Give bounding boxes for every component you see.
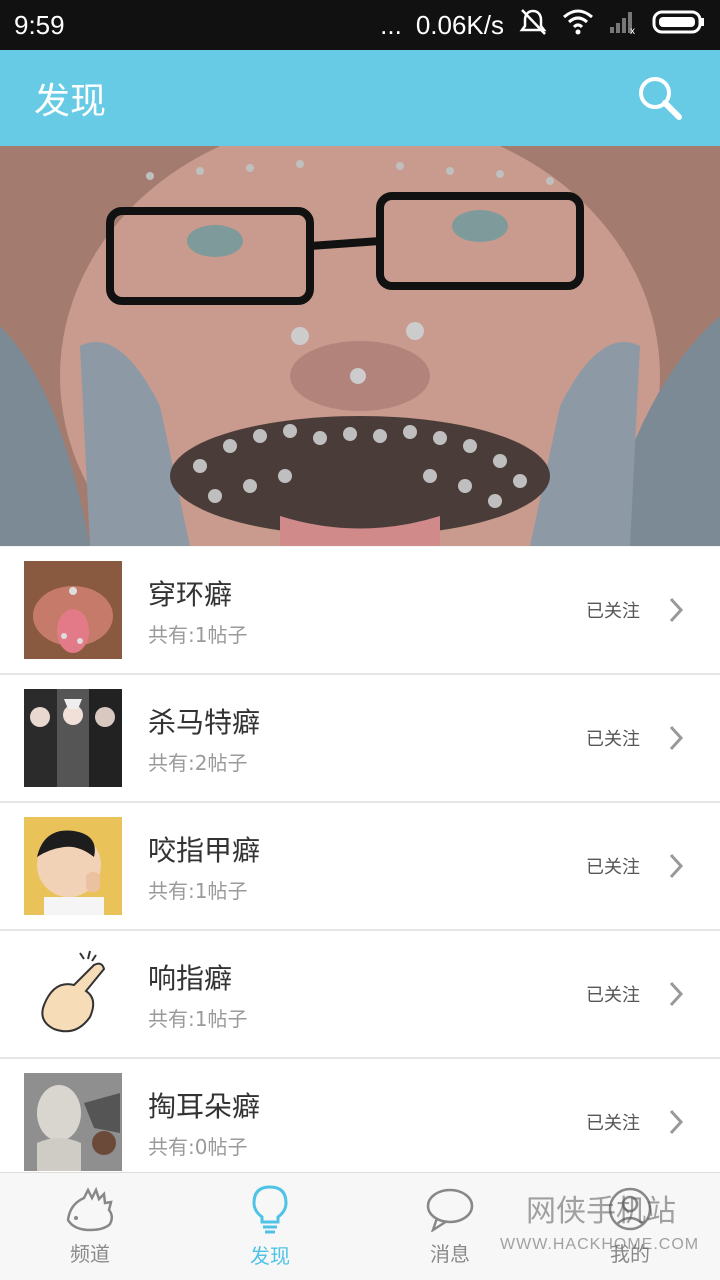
chevron-right-icon: [669, 597, 684, 623]
battery-icon: [652, 9, 706, 42]
chat-bubble-icon: [426, 1188, 474, 1232]
tab-channels[interactable]: 频道: [0, 1173, 180, 1280]
banner-image[interactable]: [0, 146, 720, 546]
lightbulb-icon: [252, 1185, 288, 1234]
chevron-right-icon: [669, 853, 684, 879]
wifi-icon: [562, 9, 594, 42]
topic-post-count: 共有:1帖子: [148, 1006, 248, 1031]
network-speed: 0.06K/s: [415, 9, 504, 40]
signal-icon: x: [608, 9, 638, 42]
page-title: 发现: [34, 81, 107, 122]
tab-me[interactable]: 我的: [540, 1173, 720, 1280]
topic-thumbnail: [24, 1073, 122, 1171]
topic-title: 杀马特癖: [148, 705, 261, 739]
status-time: 9:59: [14, 9, 65, 40]
topic-title: 响指癖: [148, 961, 233, 995]
tab-label: 消息: [430, 1242, 470, 1266]
follow-status[interactable]: 已关注: [586, 981, 640, 1007]
topic-thumbnail: [24, 945, 122, 1043]
bottom-tab-bar: 频道 发现 消息 我的: [0, 1172, 720, 1280]
tab-messages[interactable]: 消息: [360, 1173, 540, 1280]
search-button[interactable]: [634, 72, 686, 124]
topic-thumbnail: [24, 689, 122, 787]
list-item[interactable]: 响指癖 共有:1帖子 已关注: [0, 931, 720, 1059]
topic-thumbnail: [24, 561, 122, 659]
topic-title: 咬指甲癖: [148, 833, 261, 867]
topic-post-count: 共有:1帖子: [148, 878, 248, 903]
chevron-right-icon: [669, 725, 684, 751]
status-indicators: ... 0.06K/s x: [380, 8, 706, 43]
topic-post-count: 共有:1帖子: [148, 622, 248, 647]
tab-label: 频道: [70, 1242, 110, 1266]
follow-status[interactable]: 已关注: [586, 1109, 640, 1135]
app-bar: 发现: [0, 50, 720, 146]
list-item[interactable]: 咬指甲癖 共有:1帖子 已关注: [0, 803, 720, 931]
tab-label: 我的: [610, 1242, 650, 1266]
tab-discover[interactable]: 发现: [180, 1173, 360, 1280]
follow-status[interactable]: 已关注: [586, 853, 640, 879]
topic-list: 穿环癖 共有:1帖子 已关注 杀马特癖 共有:2帖子 已关注 咬指甲癖 共有:1…: [0, 547, 720, 1187]
status-dots: ...: [380, 9, 402, 40]
follow-status[interactable]: 已关注: [586, 597, 640, 623]
search-icon: [639, 77, 682, 120]
topic-title: 穿环癖: [148, 577, 233, 611]
topic-thumbnail: [24, 817, 122, 915]
tab-label: 发现: [250, 1244, 290, 1268]
follow-status[interactable]: 已关注: [586, 725, 640, 751]
list-item[interactable]: 穿环癖 共有:1帖子 已关注: [0, 547, 720, 675]
chevron-right-icon: [669, 1109, 684, 1135]
person-icon: [608, 1187, 652, 1231]
chevron-right-icon: [669, 981, 684, 1007]
list-item[interactable]: 杀马特癖 共有:2帖子 已关注: [0, 675, 720, 803]
topic-post-count: 共有:2帖子: [148, 750, 248, 775]
topic-post-count: 共有:0帖子: [148, 1134, 248, 1159]
mute-icon: [518, 8, 548, 43]
status-bar: 9:59 ... 0.06K/s x: [0, 0, 720, 50]
hedgehog-icon: [66, 1186, 113, 1232]
list-item[interactable]: 掏耳朵癖 共有:0帖子 已关注: [0, 1059, 720, 1187]
topic-title: 掏耳朵癖: [148, 1089, 261, 1123]
banner-face-illustration: [0, 146, 720, 546]
svg-text:x: x: [630, 26, 635, 35]
